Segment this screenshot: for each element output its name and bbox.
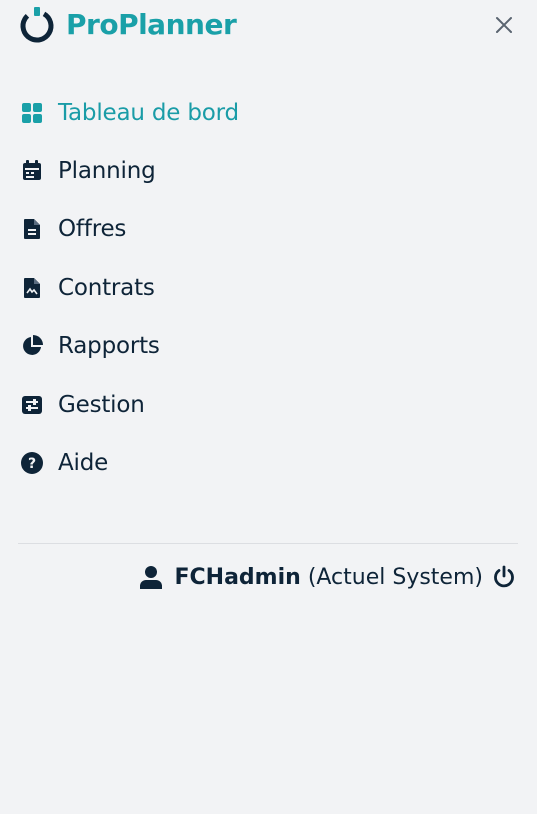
nav-item-tableau-de-bord[interactable]: Tableau de bord bbox=[18, 93, 239, 133]
close-button[interactable] bbox=[492, 13, 516, 37]
power-icon bbox=[494, 565, 514, 588]
divider bbox=[18, 543, 518, 544]
dashboard-icon bbox=[18, 99, 46, 127]
user-icon bbox=[139, 565, 163, 589]
nav-item-gestion[interactable]: Gestion bbox=[18, 385, 145, 425]
nav-item-label: Offres bbox=[58, 216, 127, 242]
nav-item-label: Gestion bbox=[58, 392, 145, 418]
logo-ring-icon bbox=[20, 7, 54, 43]
nav-item-offres[interactable]: Offres bbox=[18, 209, 126, 249]
nav-item-rapports[interactable]: Rapports bbox=[18, 326, 160, 366]
pie-chart-icon bbox=[18, 332, 46, 360]
nav-item-label: Aide bbox=[58, 450, 109, 476]
user-system: (Actuel System) bbox=[307, 564, 483, 590]
brand-logo[interactable]: ProPlanner bbox=[18, 6, 237, 44]
user-info: FCHadmin (Actuel System) bbox=[139, 560, 518, 594]
logout-button[interactable] bbox=[491, 564, 517, 590]
nav-item-aide[interactable]: ? Aide bbox=[18, 443, 108, 483]
sliders-icon bbox=[18, 391, 46, 419]
nav-item-label: Tableau de bord bbox=[58, 100, 239, 126]
brand-name: ProPlanner bbox=[66, 8, 237, 41]
help-icon: ? bbox=[18, 449, 46, 477]
nav-item-label: Contrats bbox=[58, 275, 155, 301]
nav-item-contrats[interactable]: Contrats bbox=[18, 268, 155, 308]
calendar-icon bbox=[18, 157, 46, 185]
user-name[interactable]: FCHadmin bbox=[175, 565, 301, 590]
nav-item-planning[interactable]: Planning bbox=[18, 151, 156, 191]
contract-icon bbox=[18, 274, 46, 302]
nav-item-label: Planning bbox=[58, 158, 156, 184]
close-icon bbox=[496, 17, 512, 33]
svg-text:?: ? bbox=[28, 456, 36, 472]
nav-item-label: Rapports bbox=[58, 333, 160, 359]
document-icon bbox=[18, 215, 46, 243]
